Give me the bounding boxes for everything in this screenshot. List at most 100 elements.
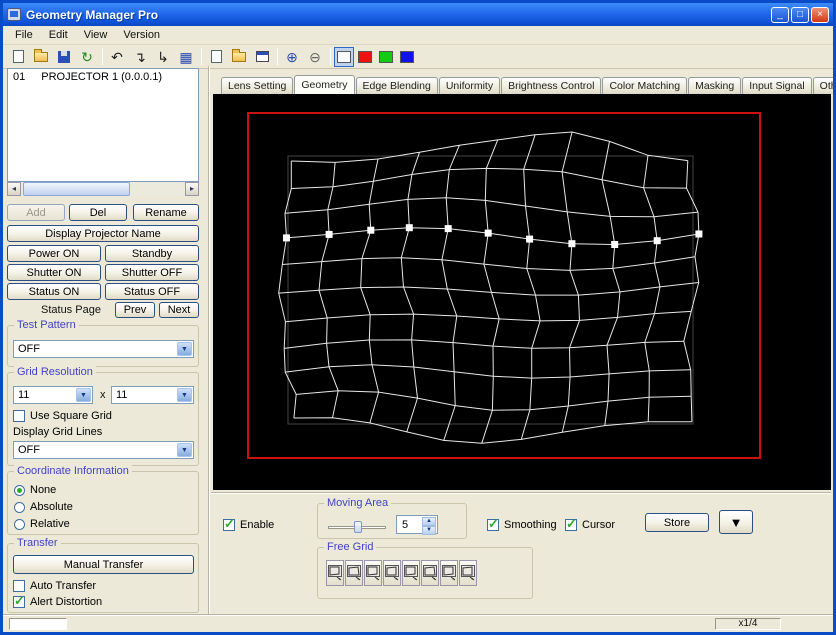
scroll-right-icon[interactable]: ▸ <box>185 182 199 196</box>
projector-list[interactable]: 01 PROJECTOR 1 (0.0.0.1) <box>7 68 199 182</box>
new-file-button[interactable] <box>7 47 29 67</box>
radio-none[interactable]: None <box>14 484 56 496</box>
tab-input-signal[interactable]: Input Signal <box>742 77 812 94</box>
transfer-down-button[interactable]: ↴ <box>129 47 151 67</box>
prev-button[interactable]: Prev <box>115 302 155 318</box>
spinner-down-icon[interactable]: ▼ <box>422 526 436 535</box>
enable-box[interactable] <box>223 516 235 532</box>
status-on-button[interactable]: Status ON <box>7 283 101 300</box>
scrollbar-track[interactable] <box>21 182 185 196</box>
titlebar[interactable]: Geometry Manager Pro _ □ × <box>3 3 833 26</box>
radio-relative-circle[interactable] <box>14 518 25 530</box>
del-button[interactable]: Del <box>69 204 127 221</box>
new-window-button[interactable] <box>205 47 227 67</box>
projector-list-item[interactable]: 01 PROJECTOR 1 (0.0.0.1) <box>8 69 198 85</box>
use-square-grid-checkbox[interactable]: Use Square Grid <box>13 410 112 422</box>
test-pattern-select[interactable]: OFF ▼ <box>13 340 194 358</box>
auto-transfer-box[interactable] <box>13 580 25 592</box>
display-projector-name-button[interactable]: Display Projector Name <box>7 225 199 242</box>
store-button[interactable]: Store <box>645 513 709 532</box>
pattern-red-button[interactable] <box>355 47 375 67</box>
smoothing-checkbox[interactable]: Smoothing <box>487 516 557 532</box>
alert-distortion-checkbox[interactable]: Alert Distortion <box>13 593 102 609</box>
grid-view-button[interactable]: ▦ <box>175 47 197 67</box>
chevron-down-icon[interactable]: ▼ <box>177 443 192 457</box>
tab-lens-setting[interactable]: Lens Setting <box>221 77 294 94</box>
free-grid-mode-button-3[interactable] <box>364 560 382 586</box>
zoom-out-button[interactable]: ⊖ <box>304 47 326 67</box>
rename-button[interactable]: Rename <box>133 204 199 221</box>
radio-relative[interactable]: Relative <box>14 518 70 530</box>
menu-version[interactable]: Version <box>115 27 168 43</box>
radio-none-circle[interactable] <box>14 484 25 496</box>
pattern-white-button[interactable] <box>334 46 354 67</box>
undo-button[interactable]: ↶ <box>106 47 128 67</box>
window-layout-button[interactable] <box>251 47 273 67</box>
tab-other[interactable]: Other <box>812 77 833 94</box>
menu-view[interactable]: View <box>76 27 116 43</box>
geometry-canvas-svg[interactable] <box>213 94 831 490</box>
free-grid-mode-button-7[interactable] <box>440 560 458 586</box>
refresh-button[interactable]: ↻ <box>76 47 98 67</box>
tab-uniformity[interactable]: Uniformity <box>438 77 501 94</box>
tab-geometry[interactable]: Geometry <box>294 75 355 94</box>
enable-checkbox[interactable]: Enable <box>223 516 274 532</box>
store-dropdown-button[interactable]: ▼ <box>719 510 753 534</box>
zoom-in-button[interactable]: ⊕ <box>281 47 303 67</box>
free-grid-mode-button-6[interactable] <box>421 560 439 586</box>
tab-edge-blending[interactable]: Edge Blending <box>355 77 438 94</box>
menu-file[interactable]: File <box>7 27 41 43</box>
chevron-down-icon[interactable]: ▼ <box>76 388 91 402</box>
use-square-grid-box[interactable] <box>13 410 25 422</box>
free-grid-mode-button-1[interactable] <box>326 560 344 586</box>
auto-transfer-checkbox[interactable]: Auto Transfer <box>13 580 96 592</box>
scroll-left-icon[interactable]: ◂ <box>7 182 21 196</box>
maximize-button[interactable]: □ <box>791 6 809 23</box>
grid-vertical-select[interactable]: 11 ▼ <box>111 386 194 404</box>
open-file-button[interactable] <box>30 47 52 67</box>
standby-button[interactable]: Standby <box>105 245 199 262</box>
minimize-button[interactable]: _ <box>771 6 789 23</box>
chevron-down-icon[interactable]: ▼ <box>177 342 192 356</box>
slider-thumb[interactable] <box>354 521 362 533</box>
save-file-button[interactable] <box>53 47 75 67</box>
pattern-green-button[interactable] <box>376 47 396 67</box>
free-grid-mode-button-5[interactable] <box>402 560 420 586</box>
add-button[interactable]: Add <box>7 204 65 221</box>
next-button[interactable]: Next <box>159 302 199 318</box>
radio-absolute-circle[interactable] <box>14 501 25 513</box>
radio-absolute[interactable]: Absolute <box>14 501 73 513</box>
grid-horizontal-select[interactable]: 11 ▼ <box>13 386 93 404</box>
geometry-canvas[interactable] <box>213 94 831 490</box>
projector-list-scrollbar[interactable]: ◂ ▸ <box>7 182 199 196</box>
tab-masking[interactable]: Masking <box>688 77 742 94</box>
moving-area-spinner[interactable]: 5 ▲ ▼ <box>396 515 438 535</box>
menu-edit[interactable]: Edit <box>41 27 76 43</box>
spinner-up-icon[interactable]: ▲ <box>422 517 436 526</box>
free-grid-mode-icon <box>461 565 475 581</box>
free-grid-mode-button-2[interactable] <box>345 560 363 586</box>
menubar: File Edit View Version <box>3 26 833 45</box>
close-button[interactable]: × <box>811 6 829 23</box>
power-on-button[interactable]: Power ON <box>7 245 101 262</box>
pattern-blue-button[interactable] <box>397 47 417 67</box>
shutter-on-button[interactable]: Shutter ON <box>7 264 101 281</box>
scrollbar-thumb[interactable] <box>23 182 130 196</box>
alert-distortion-box[interactable] <box>13 593 25 609</box>
chevron-down-icon[interactable]: ▼ <box>177 388 192 402</box>
open-file-icon <box>34 48 48 62</box>
shutter-off-button[interactable]: Shutter OFF <box>105 264 199 281</box>
free-grid-mode-button-4[interactable] <box>383 560 401 586</box>
cursor-box[interactable] <box>565 516 577 532</box>
open-project-button[interactable] <box>228 47 250 67</box>
free-grid-mode-button-8[interactable] <box>459 560 477 586</box>
status-off-button[interactable]: Status OFF <box>105 283 199 300</box>
manual-transfer-button[interactable]: Manual Transfer <box>13 555 194 574</box>
smoothing-box[interactable] <box>487 516 499 532</box>
display-grid-lines-select[interactable]: OFF ▼ <box>13 441 194 459</box>
cursor-checkbox[interactable]: Cursor <box>565 516 615 532</box>
tab-brightness-control[interactable]: Brightness Control <box>501 77 602 94</box>
moving-area-slider[interactable] <box>328 520 386 534</box>
tab-color-matching[interactable]: Color Matching <box>602 77 688 94</box>
transfer-up-button[interactable]: ↳ <box>152 47 174 67</box>
